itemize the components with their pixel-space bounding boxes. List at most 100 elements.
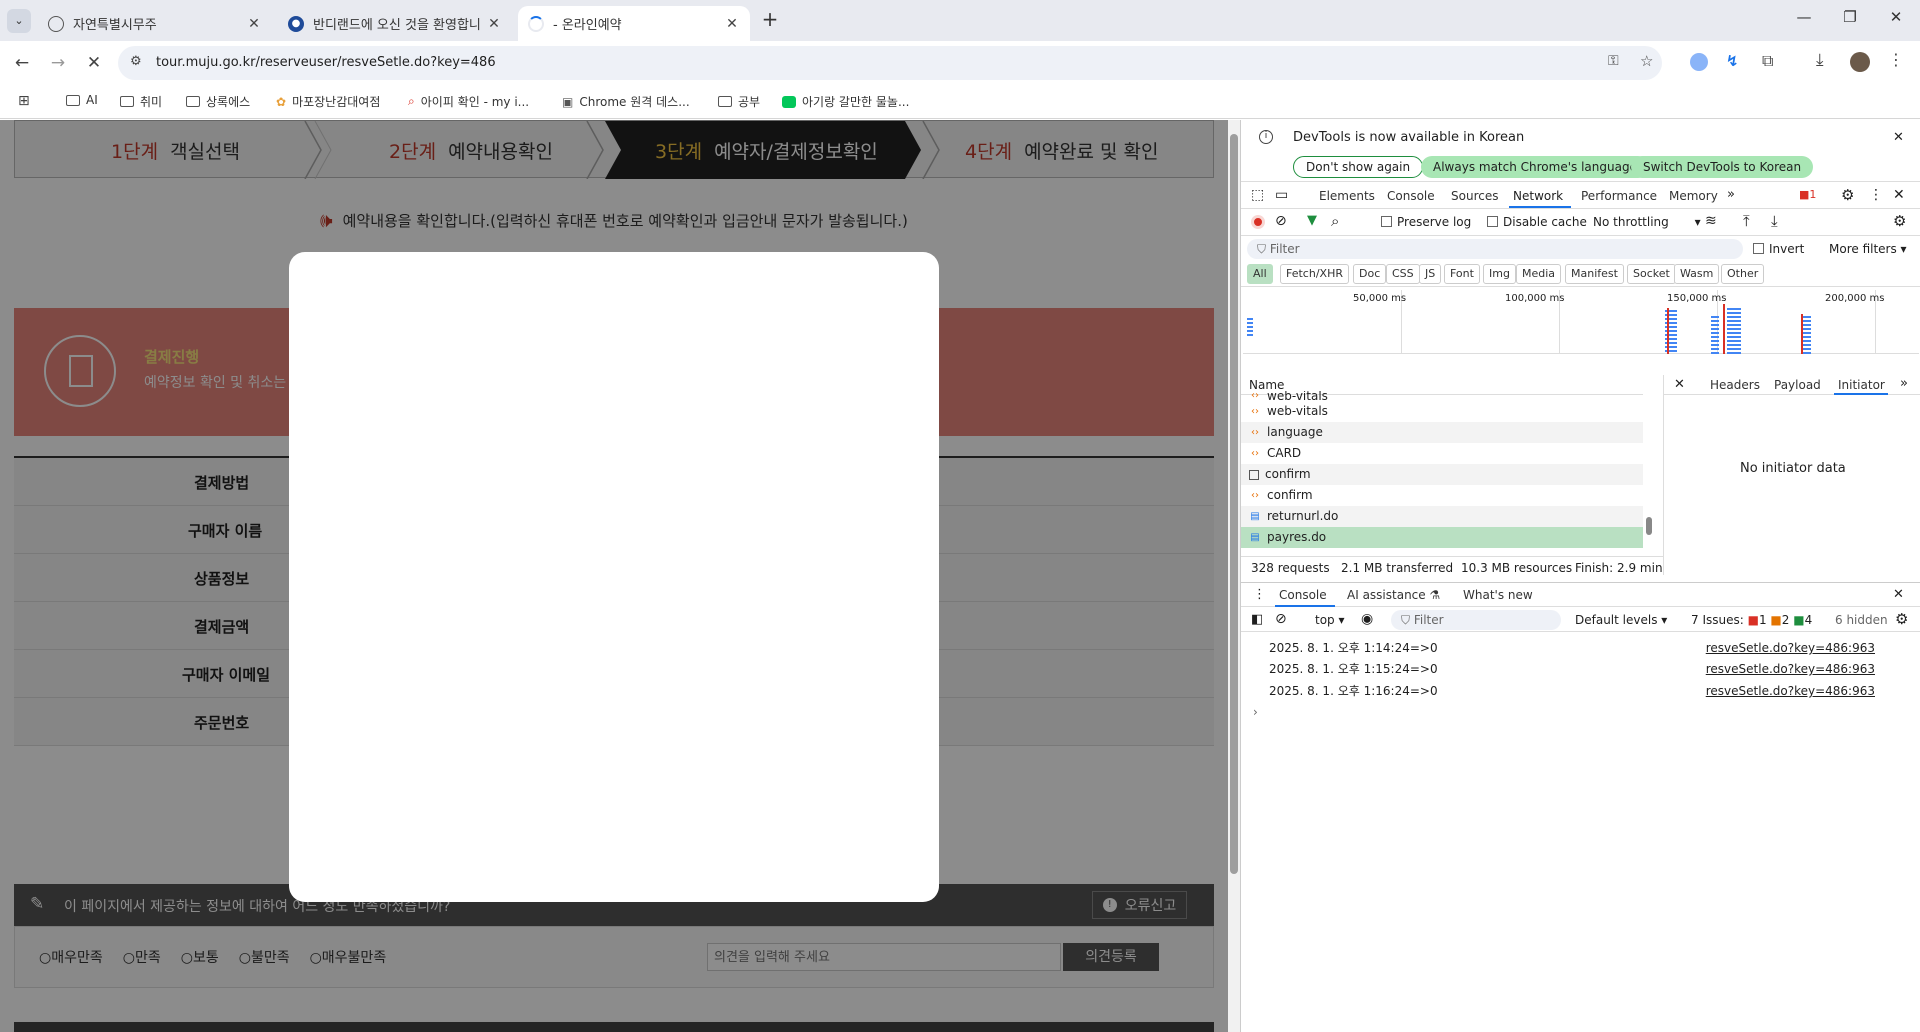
payment-modal[interactable]	[289, 252, 939, 902]
request-row[interactable]: ‹› confirm	[1241, 485, 1643, 506]
error-badge[interactable]: ■1	[1799, 188, 1816, 201]
more-filters-dropdown[interactable]: More filters ▾	[1829, 242, 1907, 256]
page-scrollbar-track[interactable]	[1228, 120, 1240, 1032]
preserve-log-checkbox[interactable]: Preserve log	[1381, 215, 1471, 229]
tab-3[interactable]: - 온라인예약 ✕	[518, 6, 750, 41]
back-button[interactable]: ←	[10, 51, 34, 75]
close-icon[interactable]: ✕	[246, 16, 262, 32]
tab-1[interactable]: 자연특별시무주 ✕	[38, 6, 272, 41]
filter-media[interactable]: Media	[1516, 264, 1562, 284]
bookmark-folder-ai[interactable]: AI	[66, 93, 98, 107]
more-tabs-icon[interactable]: »	[1900, 376, 1908, 391]
console-input[interactable]	[1269, 701, 1909, 721]
drawer-tab-console[interactable]: Console	[1279, 588, 1327, 602]
key-icon[interactable]: ⚿	[1608, 53, 1619, 69]
console-settings-icon[interactable]: ⚙	[1895, 610, 1908, 628]
filter-css[interactable]: CSS	[1386, 264, 1420, 284]
close-devtools-icon[interactable]: ✕	[1893, 187, 1905, 203]
switch-to-korean-button[interactable]: Switch DevTools to Korean	[1631, 156, 1814, 178]
drawer-tab-ai-assistance[interactable]: AI assistance ⚗	[1347, 588, 1440, 602]
dont-show-again-button[interactable]: Don't show again	[1293, 156, 1424, 178]
filter-all[interactable]: All	[1247, 264, 1273, 284]
settings-icon[interactable]: ⚙	[1841, 186, 1854, 204]
filter-doc[interactable]: Doc	[1353, 264, 1387, 284]
new-tab-button[interactable]: +	[758, 8, 782, 32]
export-har-icon[interactable]: ⤓	[1771, 212, 1778, 230]
request-list-scrollbar[interactable]	[1645, 375, 1653, 548]
invert-checkbox[interactable]: Invert	[1753, 242, 1804, 256]
site-info-icon[interactable]: ⚙	[130, 54, 142, 69]
console-prompt-icon[interactable]: ›	[1253, 705, 1258, 719]
context-select[interactable]: top ▾	[1315, 613, 1345, 627]
log-source-link[interactable]: resveSetle.do?key=486:963	[1706, 681, 1875, 702]
filter-wasm[interactable]: Wasm	[1674, 264, 1720, 284]
filter-manifest[interactable]: Manifest	[1565, 264, 1624, 284]
log-levels-select[interactable]: Default levels ▾	[1575, 613, 1667, 627]
close-icon[interactable]: ✕	[724, 16, 740, 32]
request-row[interactable]: ‹› web-vitals	[1241, 401, 1643, 422]
filter-fetch-xhr[interactable]: Fetch/XHR	[1280, 264, 1349, 284]
device-toggle-icon[interactable]: ▭	[1275, 187, 1288, 203]
network-filter-input[interactable]: ⛉ Filter	[1247, 239, 1743, 259]
request-row-selected[interactable]: ▤ payres.do	[1241, 527, 1643, 548]
tab-headers[interactable]: Headers	[1710, 378, 1760, 392]
filter-js[interactable]: JS	[1419, 264, 1442, 284]
record-icon[interactable]	[1251, 215, 1265, 229]
filter-other[interactable]: Other	[1721, 264, 1765, 284]
sidebar-toggle-icon[interactable]: ◧	[1251, 612, 1263, 627]
bookmark-ip-check[interactable]: ⌕ 아이피 확인 - my i...	[408, 93, 529, 110]
bookmark-water-play[interactable]: 아기랑 갈만한 물놀...	[782, 93, 909, 110]
bookmark-folder-study[interactable]: 공부	[718, 93, 760, 110]
restore-button[interactable]: ❐	[1832, 8, 1868, 32]
tab-network[interactable]: Network	[1513, 189, 1563, 203]
minimize-button[interactable]: —	[1786, 8, 1822, 32]
bookmark-folder-sangrok[interactable]: 상록에스	[186, 93, 250, 110]
tab-console[interactable]: Console	[1387, 189, 1435, 203]
avatar[interactable]	[1850, 52, 1870, 72]
throttling-select[interactable]: No throttling ▾	[1593, 215, 1701, 229]
close-icon[interactable]: ✕	[486, 16, 502, 32]
tab-performance[interactable]: Performance	[1581, 189, 1657, 203]
star-icon[interactable]: ☆	[1640, 52, 1653, 70]
clear-icon[interactable]: ⊘	[1275, 213, 1287, 229]
drawer-menu-icon[interactable]: ⋮	[1253, 587, 1266, 602]
menu-icon[interactable]: ⋮	[1888, 50, 1904, 69]
clear-console-icon[interactable]: ⊘	[1275, 611, 1287, 627]
tab-payload[interactable]: Payload	[1774, 378, 1821, 392]
search-icon[interactable]: ⌕	[1331, 212, 1339, 230]
close-icon[interactable]: ✕	[1893, 130, 1904, 145]
request-row[interactable]: ‹› language	[1241, 422, 1643, 443]
request-row[interactable]: ▤ returnurl.do	[1241, 506, 1643, 527]
network-settings-icon[interactable]: ⚙	[1893, 212, 1906, 230]
eye-icon[interactable]: ◉	[1361, 611, 1373, 627]
window-close-button[interactable]: ✕	[1878, 8, 1914, 32]
request-row[interactable]: confirm	[1241, 464, 1643, 485]
log-source-link[interactable]: resveSetle.do?key=486:963	[1706, 659, 1875, 680]
tab-elements[interactable]: Elements	[1319, 189, 1375, 203]
disable-cache-checkbox[interactable]: Disable cache	[1487, 215, 1587, 229]
page-scrollbar-thumb[interactable]	[1230, 134, 1238, 874]
filter-socket[interactable]: Socket	[1627, 264, 1676, 284]
filter-icon[interactable]: ▼	[1307, 213, 1317, 228]
tab-sources[interactable]: Sources	[1451, 189, 1498, 203]
request-row[interactable]: ‹› CARD	[1241, 443, 1643, 464]
tab-2[interactable]: ● 반디랜드에 오신 것을 환영합니 ✕	[278, 6, 512, 41]
stop-loading-button[interactable]: ✕	[82, 51, 106, 75]
log-source-link[interactable]: resveSetle.do?key=486:963	[1706, 638, 1875, 659]
tab-search-button[interactable]: ⌄	[7, 9, 31, 33]
close-icon[interactable]: ✕	[1674, 377, 1685, 392]
drawer-tab-whats-new[interactable]: What's new	[1463, 588, 1533, 602]
puzzle-icon[interactable]: ⧉	[1762, 51, 1773, 71]
extension-icon[interactable]	[1690, 53, 1708, 71]
filter-font[interactable]: Font	[1444, 264, 1480, 284]
devtools-menu-icon[interactable]: ⋮	[1869, 187, 1883, 203]
tab-initiator[interactable]: Initiator	[1838, 378, 1885, 392]
download-icon[interactable]: ⤓	[1816, 50, 1824, 70]
close-drawer-icon[interactable]: ✕	[1893, 587, 1904, 602]
import-har-icon[interactable]: ⤒	[1743, 212, 1750, 230]
always-match-language-button[interactable]: Always match Chrome's language	[1421, 156, 1649, 178]
tab-memory[interactable]: Memory	[1669, 189, 1718, 203]
filter-img[interactable]: Img	[1483, 264, 1516, 284]
bookmark-folder-hobby[interactable]: 취미	[120, 93, 162, 110]
forward-button[interactable]: →	[46, 51, 70, 75]
